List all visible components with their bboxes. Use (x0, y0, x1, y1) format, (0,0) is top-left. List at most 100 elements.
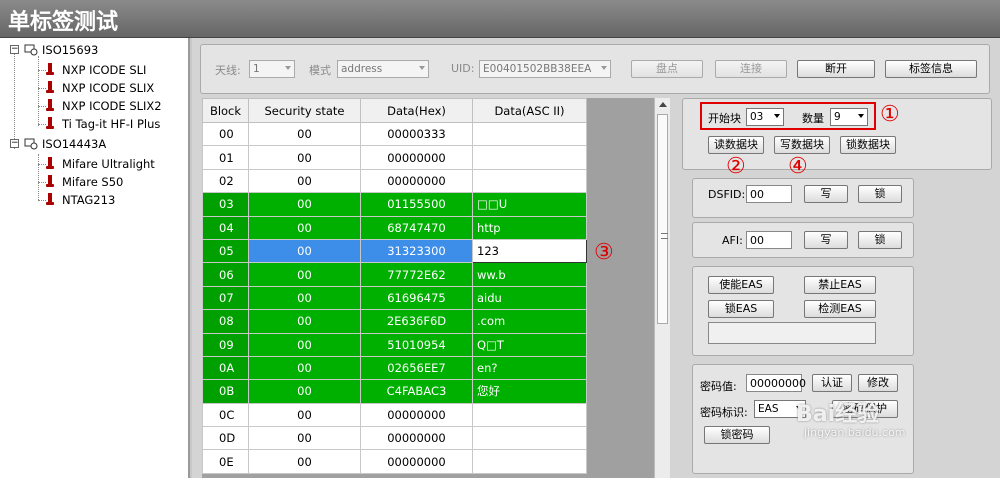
ascii-cell[interactable]: .com (472, 309, 587, 334)
column-header-data-hex[interactable]: Data(Hex) (360, 98, 473, 123)
lock-blocks-button[interactable]: 锁数据块 (840, 136, 896, 154)
security-cell: 00 (248, 355, 361, 381)
tree-item-mifare-s50[interactable]: Mifare S50 (62, 174, 123, 190)
afi-lock-button[interactable]: 锁 (858, 231, 902, 249)
mode-select[interactable]: address (337, 60, 429, 78)
security-cell: 00 (248, 285, 361, 311)
ascii-cell[interactable]: Q□T (472, 332, 587, 357)
hex-cell[interactable]: 01155500 (360, 192, 473, 217)
tree-line (14, 51, 15, 149)
uid-select[interactable]: E00401502BB38EEA (479, 60, 611, 78)
read-blocks-button[interactable]: 读数据块 (708, 136, 764, 154)
hex-cell[interactable]: 00000000 (360, 449, 473, 474)
auth-button[interactable]: 认证 (812, 374, 852, 392)
tree-item-nxp-icode-slix[interactable]: NXP ICODE SLIX (62, 80, 154, 96)
disable-eas-button[interactable]: 禁止EAS (804, 276, 876, 294)
scroll-up-icon[interactable] (659, 102, 667, 107)
table-row[interactable]: 0D 00 00000000 (202, 426, 587, 451)
tree-root-iso15693[interactable]: ISO15693 (42, 42, 98, 58)
tag-info-button[interactable]: 标签信息 (885, 60, 977, 78)
tag-icon (46, 157, 54, 170)
table-row[interactable]: 09 00 51010954 Q□T (202, 332, 587, 357)
ascii-cell[interactable] (472, 402, 587, 428)
table-row[interactable]: 02 00 00000000 (202, 168, 587, 194)
hex-cell[interactable]: 00000333 (360, 121, 473, 147)
tree-item-ntag213[interactable]: NTAG213 (62, 192, 115, 208)
count-select[interactable]: 9 (830, 108, 868, 126)
ascii-cell[interactable]: aidu (472, 285, 587, 311)
ascii-cell-editing[interactable]: 123 (472, 238, 587, 264)
dsfid-input[interactable]: 00 (746, 185, 792, 203)
ascii-cell[interactable] (472, 145, 587, 170)
antenna-select[interactable]: 1 (249, 60, 295, 78)
table-row[interactable]: 03 00 01155500 □□U (202, 192, 587, 217)
grid-scrollbar[interactable] (654, 98, 670, 478)
ascii-cell[interactable] (472, 168, 587, 194)
chevron-down-icon (601, 66, 607, 70)
enable-eas-button[interactable]: 使能EAS (708, 276, 774, 294)
table-row[interactable]: 06 00 77772E62 ww.b (202, 262, 587, 287)
hex-cell[interactable]: 68747470 (360, 215, 473, 240)
table-row[interactable]: 0A 00 02656EE7 en? (202, 355, 587, 381)
detect-eas-button[interactable]: 检测EAS (804, 300, 876, 318)
start-block-select[interactable]: 03 (746, 108, 784, 126)
hex-cell[interactable]: 00000000 (360, 145, 473, 170)
afi-input[interactable]: 00 (746, 231, 792, 249)
hex-cell[interactable]: 51010954 (360, 332, 473, 357)
write-blocks-button[interactable]: 写数据块 (774, 136, 830, 154)
hex-cell[interactable]: 00000000 (360, 426, 473, 451)
tree-item-ti-tag-it[interactable]: Ti Tag-it HF-I Plus (62, 116, 160, 132)
ascii-cell[interactable]: http (472, 215, 587, 240)
disconnect-button[interactable]: 断开 (797, 60, 875, 78)
column-header-security-state[interactable]: Security state (248, 98, 361, 123)
table-row-selected[interactable]: 05 00 31323300 123 (202, 238, 587, 264)
mode-label: 模式 (309, 64, 331, 77)
table-row[interactable]: 04 00 68747470 http (202, 215, 587, 240)
tree-item-mifare-ultralight[interactable]: Mifare Ultralight (62, 156, 155, 172)
password-input[interactable]: 00000000 (746, 374, 806, 392)
scroll-thumb[interactable] (657, 114, 668, 324)
lock-password-button[interactable]: 锁密码 (704, 426, 770, 444)
tree-root-iso14443a[interactable]: ISO14443A (42, 136, 106, 152)
dsfid-write-button[interactable]: 写 (804, 185, 848, 203)
hex-cell[interactable]: C4FABAC3 (360, 379, 473, 404)
lock-eas-button[interactable]: 锁EAS (708, 300, 774, 318)
table-row[interactable]: 0E 00 00000000 (202, 449, 587, 474)
hex-cell[interactable]: 2E636F6D (360, 309, 473, 334)
table-row[interactable]: 01 00 00000000 (202, 145, 587, 170)
ascii-cell[interactable] (472, 426, 587, 451)
inventory-button[interactable]: 盘点 (631, 60, 703, 78)
hex-cell[interactable]: 77772E62 (360, 262, 473, 287)
table-row[interactable]: 07 00 61696475 aidu (202, 285, 587, 311)
dsfid-lock-button[interactable]: 锁 (858, 185, 902, 203)
block-cell: 0E (202, 449, 249, 474)
hex-cell[interactable]: 31323300 (360, 238, 473, 264)
table-row[interactable]: 08 00 2E636F6D .com (202, 309, 587, 334)
hex-cell[interactable]: 61696475 (360, 285, 473, 311)
table-row[interactable]: 00 00 00000333 (202, 121, 587, 147)
block-cell: 09 (202, 332, 249, 357)
table-row[interactable]: 0C 00 00000000 (202, 402, 587, 428)
modify-password-button[interactable]: 修改 (858, 374, 898, 392)
ascii-cell[interactable]: □□U (472, 192, 587, 217)
ascii-cell[interactable]: en? (472, 355, 587, 381)
hex-cell[interactable]: 00000000 (360, 168, 473, 194)
block-cell: 03 (202, 192, 249, 217)
tree-item-nxp-icode-sli[interactable]: NXP ICODE SLI (62, 62, 146, 78)
column-header-data-ascii[interactable]: Data(ASC II) (472, 98, 587, 123)
connect-button[interactable]: 连接 (715, 60, 787, 78)
tree-expand-toggle[interactable]: − (10, 45, 19, 54)
table-row[interactable]: 0B 00 C4FABAC3 您好 (202, 379, 587, 404)
hex-cell[interactable]: 02656EE7 (360, 355, 473, 381)
ascii-cell[interactable] (472, 449, 587, 474)
tree-expand-toggle[interactable]: − (10, 139, 19, 148)
watermark-logo: Bai经验 (796, 402, 880, 427)
ascii-cell[interactable]: ww.b (472, 262, 587, 287)
ascii-cell[interactable] (472, 121, 587, 147)
hex-cell[interactable]: 00000000 (360, 402, 473, 428)
afi-write-button[interactable]: 写 (804, 231, 848, 249)
ascii-cell[interactable]: 您好 (472, 379, 587, 404)
tree-item-nxp-icode-slix2[interactable]: NXP ICODE SLIX2 (62, 98, 162, 114)
column-header-block[interactable]: Block (202, 98, 249, 123)
eas-result-field (708, 322, 876, 344)
